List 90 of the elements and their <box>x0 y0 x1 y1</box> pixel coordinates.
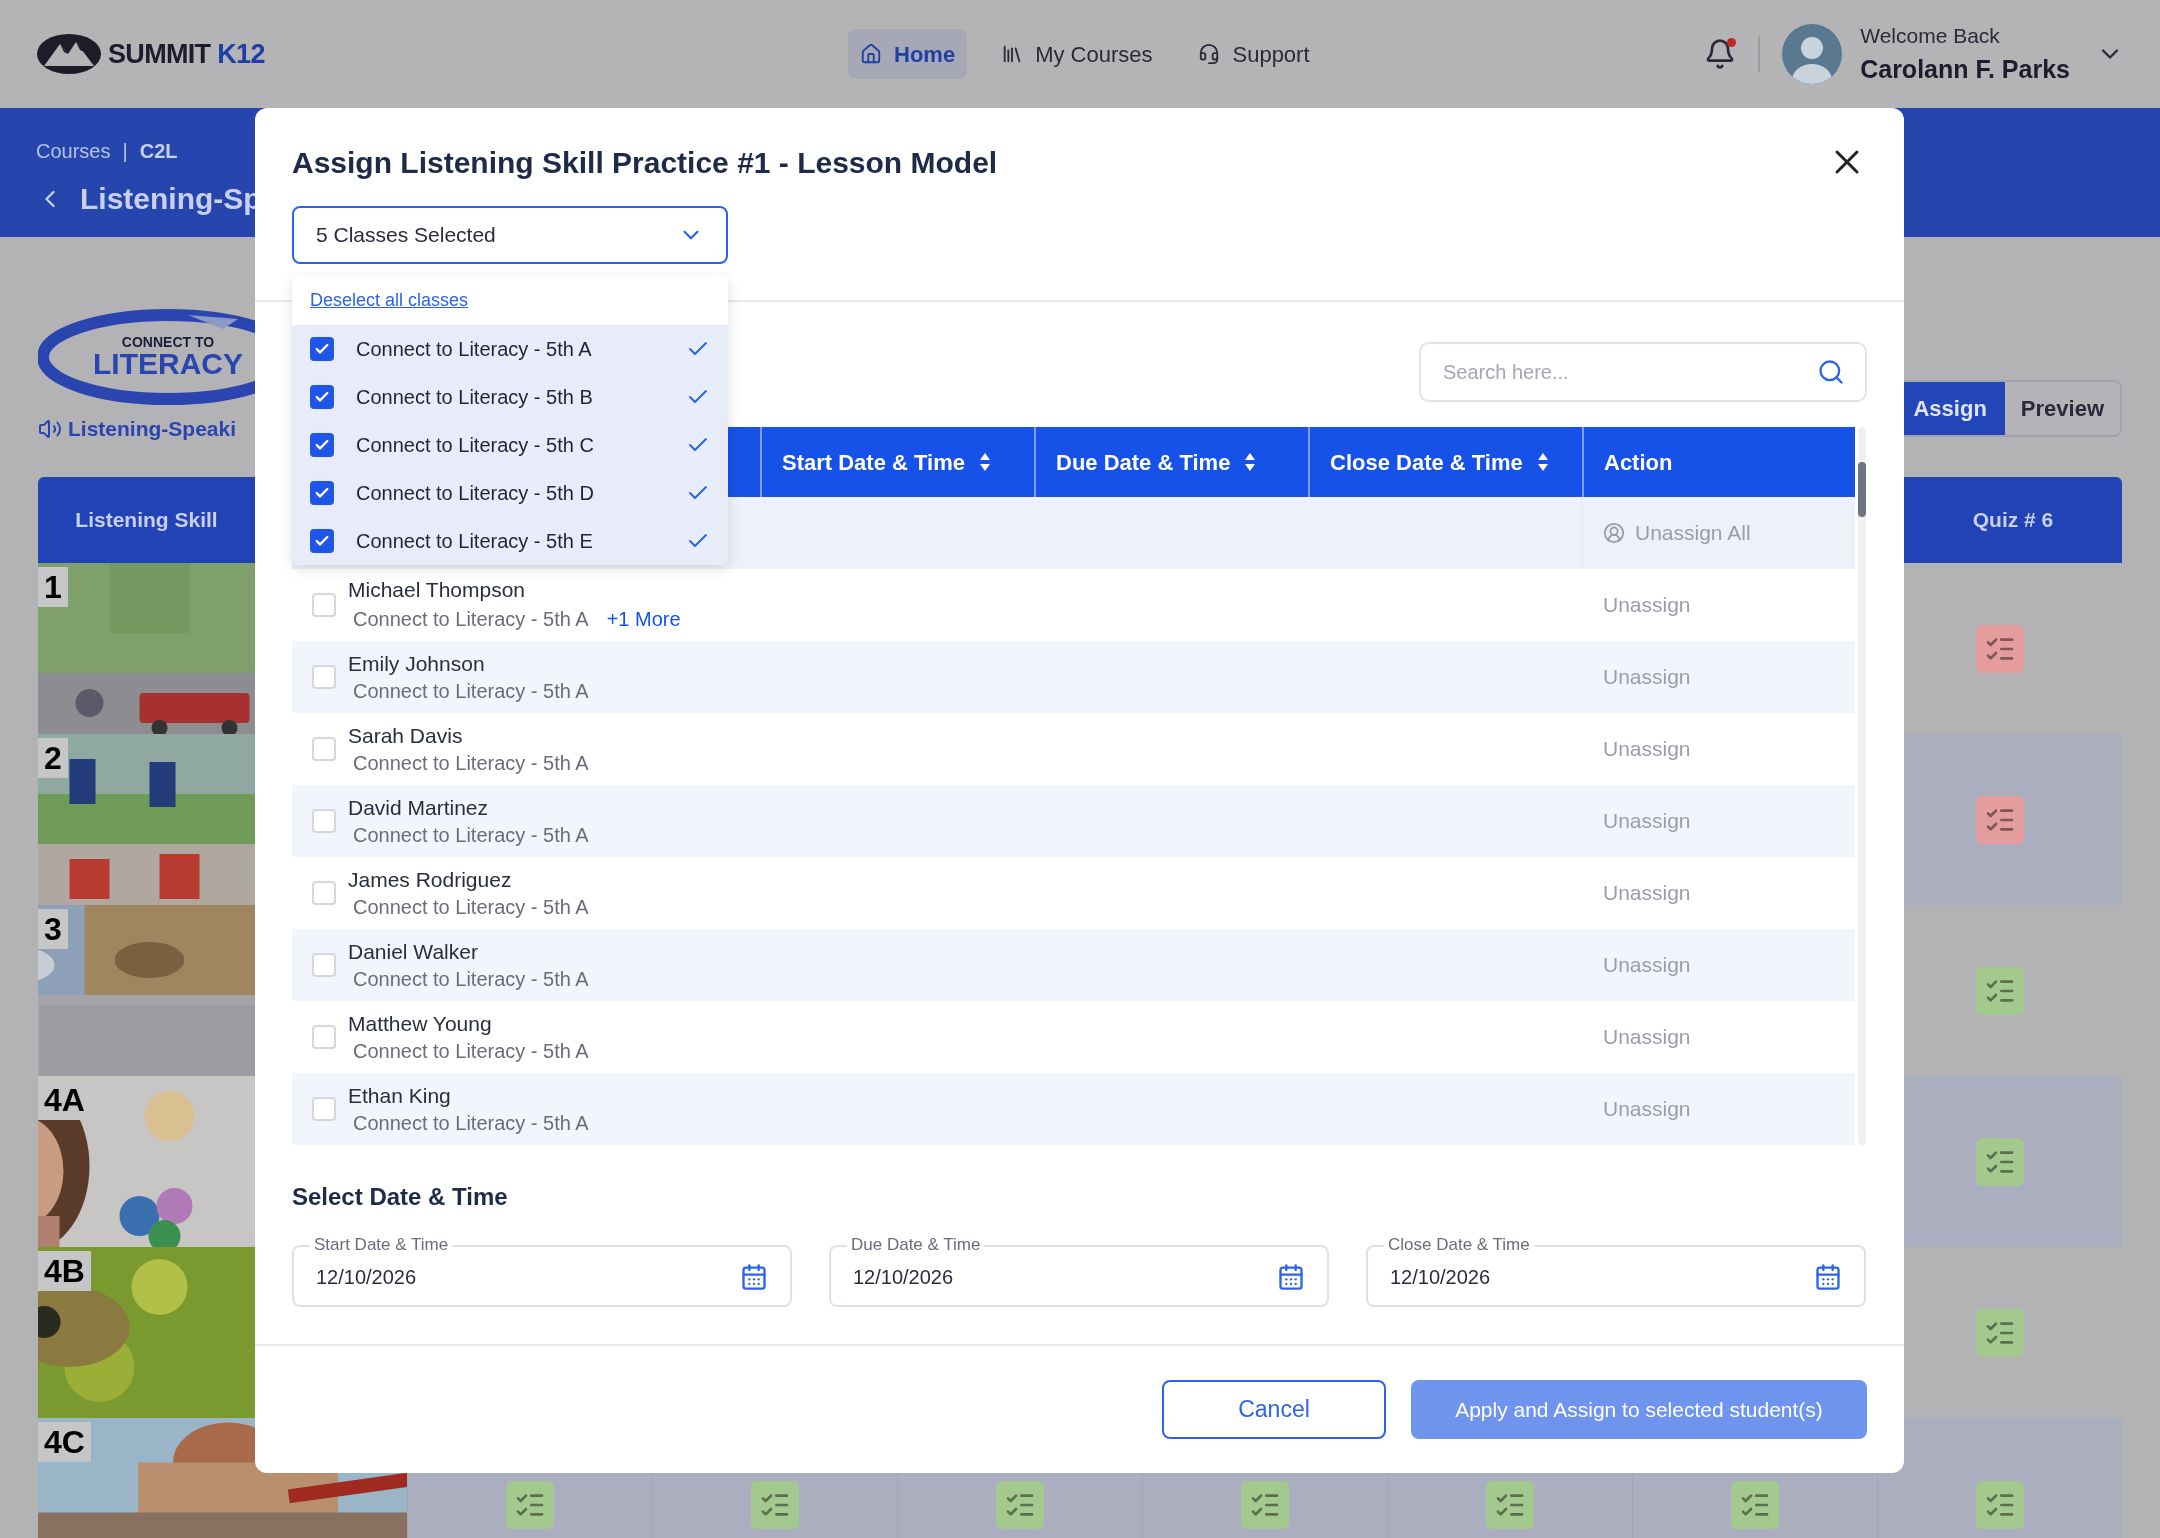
student-name: Matthew Young <box>348 1011 493 1037</box>
checklist-icon[interactable] <box>1731 1481 1779 1529</box>
logo-text: CONNECT TO <box>121 335 215 349</box>
field-border <box>1366 1245 1384 1256</box>
class-option[interactable]: Connect to Literacy - 5th C <box>292 421 728 469</box>
column-header: Listening Skill <box>74 507 219 534</box>
date-field-label: Due Date & Time <box>850 1234 982 1256</box>
class-option[interactable]: Connect to Literacy - 5th D <box>292 469 728 517</box>
column-header[interactable]: Start Date & Time <box>762 427 1011 497</box>
student-class: Connect to Literacy - 5th A <box>353 823 589 848</box>
dialog-title: Assign Listening Skill Practice #1 - Lesson Model <box>292 145 999 181</box>
student-name: David Martinez <box>348 795 490 821</box>
headset-icon <box>1198 43 1221 65</box>
student-name: Daniel Walker <box>348 939 479 965</box>
class-select[interactable]: 5 Classes Selected <box>292 206 728 264</box>
greeting: Welcome Back <box>1860 22 2001 49</box>
breadcrumb-link[interactable]: Courses <box>36 136 111 166</box>
student-name: Michael Thompson <box>348 577 527 603</box>
date-field-label: Close Date & Time <box>1387 1234 1531 1256</box>
calendar-icon[interactable] <box>1277 1262 1305 1291</box>
breadcrumb-separator: | <box>122 139 128 164</box>
checklist-icon[interactable] <box>1976 1481 2024 1529</box>
checklist-icon[interactable] <box>996 1481 1044 1529</box>
section-heading: Select Date & Time <box>292 1182 509 1212</box>
column-header[interactable]: Due Date & Time <box>1036 427 1277 497</box>
student-class: Connect to Literacy - 5th A <box>353 895 589 920</box>
lesson-number: 4A <box>38 1080 91 1120</box>
checkbox[interactable] <box>310 337 334 361</box>
student-class: Connect to Literacy - 5th A <box>353 751 589 776</box>
class-option[interactable]: Connect to Literacy - 5th A <box>292 325 728 373</box>
sort-icon[interactable] <box>979 452 991 472</box>
lesson-number: 3 <box>38 909 68 949</box>
logo-title: LITERACY <box>93 349 243 379</box>
calendar-icon[interactable] <box>1814 1262 1842 1291</box>
breadcrumb-current: C2L <box>139 139 178 164</box>
date-value: 12/10/2026 <box>1390 1264 1492 1290</box>
search-icon[interactable] <box>1817 358 1845 386</box>
column-header[interactable]: Action <box>1584 427 1693 497</box>
notification-bell-icon[interactable] <box>1704 38 1737 70</box>
brand-name: SUMMIT K12 <box>108 37 265 71</box>
field-border <box>292 1245 310 1256</box>
student-class: Connect to Literacy - 5th A <box>353 607 589 632</box>
lesson-number: 4C <box>38 1422 91 1462</box>
student-name: Sarah Davis <box>348 723 464 749</box>
student-class: Connect to Literacy - 5th A <box>353 679 589 704</box>
checklist-icon[interactable] <box>1976 624 2024 673</box>
user-icon <box>1603 522 1625 544</box>
class-option[interactable]: Connect to Literacy - 5th B <box>292 373 728 421</box>
class-option[interactable]: Connect to Literacy - 5th E <box>292 517 728 565</box>
date-value: 12/10/2026 <box>853 1264 955 1290</box>
checkbox[interactable] <box>310 433 334 457</box>
checklist-icon[interactable] <box>751 1481 799 1529</box>
home-icon <box>860 43 882 65</box>
checklist-icon[interactable] <box>1241 1481 1289 1529</box>
column-header: Quiz # 6 <box>1971 507 2055 534</box>
checklist-icon[interactable] <box>1976 1308 2024 1357</box>
page-title: Listening-Sp <box>80 181 262 217</box>
checklist-icon[interactable] <box>506 1481 554 1529</box>
nav-link[interactable]: Home <box>848 29 968 79</box>
checklist-icon[interactable] <box>1976 795 2024 844</box>
nav-link[interactable]: My Courses <box>989 29 1165 79</box>
date-value: 12/10/2026 <box>316 1264 418 1290</box>
field-border <box>829 1245 847 1256</box>
student-class: Connect to Literacy - 5th A <box>353 1111 589 1136</box>
student-class: Connect to Literacy - 5th A <box>353 1039 589 1064</box>
student-name: Emily Johnson <box>348 651 486 677</box>
student-class: Connect to Literacy - 5th A <box>353 967 589 992</box>
program-subtitle: Listening-Speaki <box>68 416 237 442</box>
nav-link[interactable]: Support <box>1186 29 1322 79</box>
checklist-icon[interactable] <box>1976 1137 2024 1186</box>
user-name: Carolann F. Parks <box>1860 54 2070 85</box>
checkbox[interactable] <box>310 385 334 409</box>
column-header[interactable]: Close Date & Time <box>1310 427 1569 497</box>
checkbox[interactable] <box>310 529 334 553</box>
lesson-number: 2 <box>38 738 68 778</box>
student-name: James Rodriguez <box>348 867 513 893</box>
sort-icon[interactable] <box>1244 452 1257 472</box>
search-field[interactable]: Search here... <box>1419 342 1867 402</box>
checkbox[interactable] <box>310 481 334 505</box>
sort-icon[interactable] <box>1536 452 1549 472</box>
checklist-icon[interactable] <box>1486 1481 1534 1529</box>
calendar-icon[interactable] <box>740 1262 768 1291</box>
scrollbar[interactable] <box>1858 427 1866 1145</box>
checklist-icon[interactable] <box>1976 966 2024 1015</box>
mountain-logo-icon <box>36 32 102 76</box>
lesson-number: 1 <box>38 567 68 607</box>
cancel-button[interactable]: Cancel <box>1162 1380 1386 1439</box>
student-name: Ethan King <box>348 1083 452 1109</box>
deselect-all-link[interactable]: Deselect all classes <box>310 286 469 314</box>
date-field-label: Start Date & Time <box>313 1234 450 1256</box>
